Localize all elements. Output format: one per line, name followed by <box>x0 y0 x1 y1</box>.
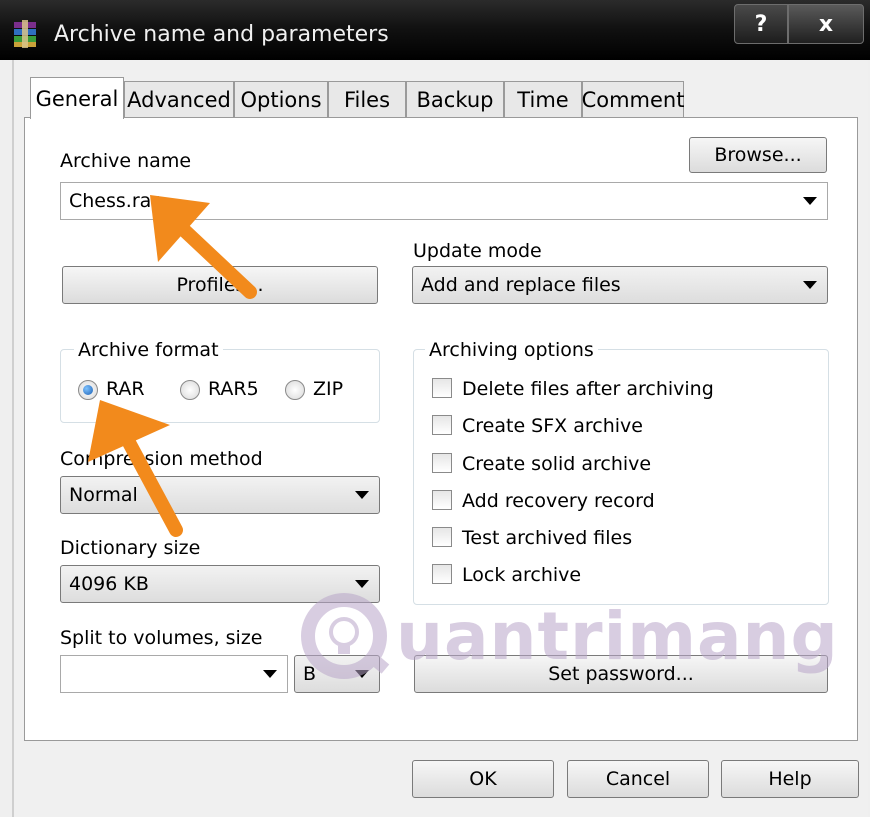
compression-method-select[interactable]: Normal <box>60 476 380 514</box>
help-titlebar-button[interactable]: ? <box>734 4 788 44</box>
tab-general[interactable]: General <box>30 77 124 119</box>
radio-rar5-label[interactable]: RAR5 <box>208 378 259 400</box>
radio-rar-label[interactable]: RAR <box>106 378 145 400</box>
cancel-button[interactable]: Cancel <box>567 760 709 798</box>
browse-button[interactable]: Browse... <box>689 137 827 173</box>
checkbox-lock-archive-label[interactable]: Lock archive <box>462 564 581 586</box>
checkbox-solid-archive-label[interactable]: Create solid archive <box>462 453 651 475</box>
archive-dialog: Archive name and parameters ? x General … <box>0 0 870 817</box>
dropdown-arrow-icon[interactable] <box>355 580 369 588</box>
compression-method-label: Compression method <box>60 448 263 470</box>
title-bar[interactable]: Archive name and parameters ? x <box>0 0 870 60</box>
dictionary-size-value: 4096 KB <box>69 573 149 595</box>
checkbox-delete-files[interactable] <box>432 378 452 398</box>
checkbox-recovery-record-label[interactable]: Add recovery record <box>462 490 655 512</box>
checkbox-test-files[interactable] <box>432 527 452 547</box>
split-unit-value: B <box>303 663 317 685</box>
radio-rar[interactable] <box>78 380 98 400</box>
split-unit-select[interactable]: B <box>294 655 380 693</box>
dropdown-arrow-icon[interactable] <box>355 670 369 678</box>
winrar-icon <box>14 20 36 48</box>
archiving-options-title: Archiving options <box>425 339 598 361</box>
tab-time[interactable]: Time <box>504 81 582 117</box>
checkbox-create-sfx[interactable] <box>432 415 452 435</box>
radio-zip-label[interactable]: ZIP <box>313 378 343 400</box>
window-title: Archive name and parameters <box>54 22 389 47</box>
archive-name-label: Archive name <box>60 150 192 172</box>
archive-name-combo[interactable]: Chess.rar <box>60 182 828 220</box>
dropdown-arrow-icon[interactable] <box>803 197 817 205</box>
tab-files[interactable]: Files <box>328 81 406 117</box>
compression-method-value: Normal <box>69 484 138 506</box>
checkbox-delete-files-label[interactable]: Delete files after archiving <box>462 378 714 400</box>
dictionary-size-label: Dictionary size <box>60 537 201 559</box>
radio-zip[interactable] <box>285 380 305 400</box>
tab-comment[interactable]: Comment <box>582 81 684 117</box>
archive-name-value: Chess.rar <box>69 190 160 212</box>
tab-backup[interactable]: Backup <box>406 81 504 117</box>
checkbox-solid-archive[interactable] <box>432 453 452 473</box>
dropdown-arrow-icon[interactable] <box>263 670 277 678</box>
checkbox-recovery-record[interactable] <box>432 490 452 510</box>
dictionary-size-select[interactable]: 4096 KB <box>60 565 380 603</box>
update-mode-select[interactable]: Add and replace files <box>412 266 828 304</box>
close-button[interactable]: x <box>788 4 864 44</box>
tab-advanced[interactable]: Advanced <box>124 81 234 117</box>
set-password-button[interactable]: Set password... <box>414 655 828 693</box>
help-button[interactable]: Help <box>721 760 859 798</box>
profiles-button[interactable]: Profiles... <box>62 266 378 304</box>
update-mode-value: Add and replace files <box>421 274 621 296</box>
update-mode-label: Update mode <box>413 240 542 262</box>
dropdown-arrow-icon[interactable] <box>355 491 369 499</box>
checkbox-lock-archive[interactable] <box>432 564 452 584</box>
split-size-combo[interactable] <box>60 655 288 693</box>
tab-options[interactable]: Options <box>234 81 328 117</box>
archive-format-title: Archive format <box>74 339 223 361</box>
dropdown-arrow-icon[interactable] <box>803 281 817 289</box>
split-volumes-label: Split to volumes, size <box>60 627 263 649</box>
radio-rar5[interactable] <box>180 380 200 400</box>
ok-button[interactable]: OK <box>412 760 554 798</box>
checkbox-test-files-label[interactable]: Test archived files <box>462 527 632 549</box>
checkbox-create-sfx-label[interactable]: Create SFX archive <box>462 415 643 437</box>
